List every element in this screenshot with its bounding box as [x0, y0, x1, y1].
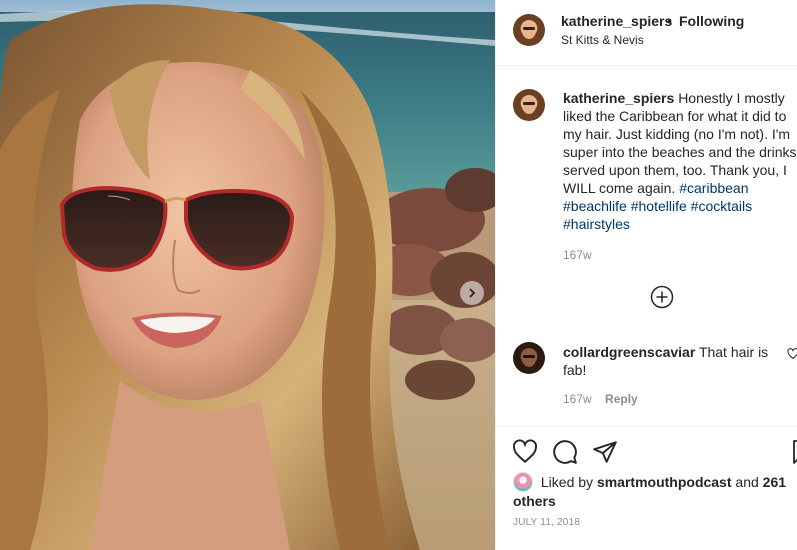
post-details-panel: katherine_spiers • Following St Kitts & … [495, 0, 797, 550]
hashtag-link[interactable]: #hairstyles [563, 216, 630, 232]
comment-meta: 167w Reply [563, 392, 638, 406]
heart-icon[interactable] [512, 439, 538, 465]
author-avatar[interactable] [513, 14, 545, 46]
caption-username[interactable]: katherine_spiers [563, 90, 674, 106]
next-photo-button[interactable] [460, 281, 484, 305]
comment-timestamp: 167w [563, 392, 592, 406]
likes-conjunction: and [735, 474, 759, 490]
paper-plane-icon[interactable] [592, 439, 618, 465]
hashtag-link[interactable]: #cocktails [691, 198, 752, 214]
reply-button[interactable]: Reply [605, 392, 638, 406]
chevron-right-icon [469, 288, 476, 298]
hashtag-link[interactable]: #hotellife [631, 198, 687, 214]
liker-avatar[interactable] [513, 472, 533, 492]
author-username[interactable]: katherine_spiers [561, 13, 672, 29]
post-header: katherine_spiers • Following St Kitts & … [496, 0, 797, 66]
likes-summary: Liked by smartmouthpodcast and 261 other… [513, 472, 793, 510]
hashtag-link[interactable]: #caribbean [679, 180, 748, 196]
post-photo[interactable] [0, 0, 495, 550]
post-date: JULY 11, 2018 [513, 517, 581, 528]
following-button[interactable]: Following [679, 13, 744, 29]
comment-heart-icon[interactable] [787, 348, 797, 360]
bookmark-icon[interactable] [792, 439, 797, 465]
likes-prefix: Liked by [540, 474, 594, 490]
comment-bubble-icon[interactable] [552, 439, 578, 465]
commenter-username[interactable]: collardgreenscaviar [563, 344, 695, 360]
comment-text: collardgreenscaviar That hair is fab! [563, 343, 779, 379]
hashtag-link[interactable]: #beachlife [563, 198, 627, 214]
photo-selfie-image [0, 0, 495, 550]
caption-timestamp: 167w [563, 248, 592, 262]
post-location[interactable]: St Kitts & Nevis [561, 33, 644, 47]
liker-username[interactable]: smartmouthpodcast [597, 474, 732, 490]
plus-circle-icon[interactable] [650, 285, 674, 309]
post-actions: Liked by smartmouthpodcast and 261 other… [496, 426, 797, 550]
separator-dot: • [667, 13, 672, 29]
caption-avatar[interactable] [513, 89, 545, 121]
commenter-avatar[interactable] [513, 342, 545, 374]
caption-text: katherine_spiers Honestly I mostly liked… [563, 89, 797, 233]
